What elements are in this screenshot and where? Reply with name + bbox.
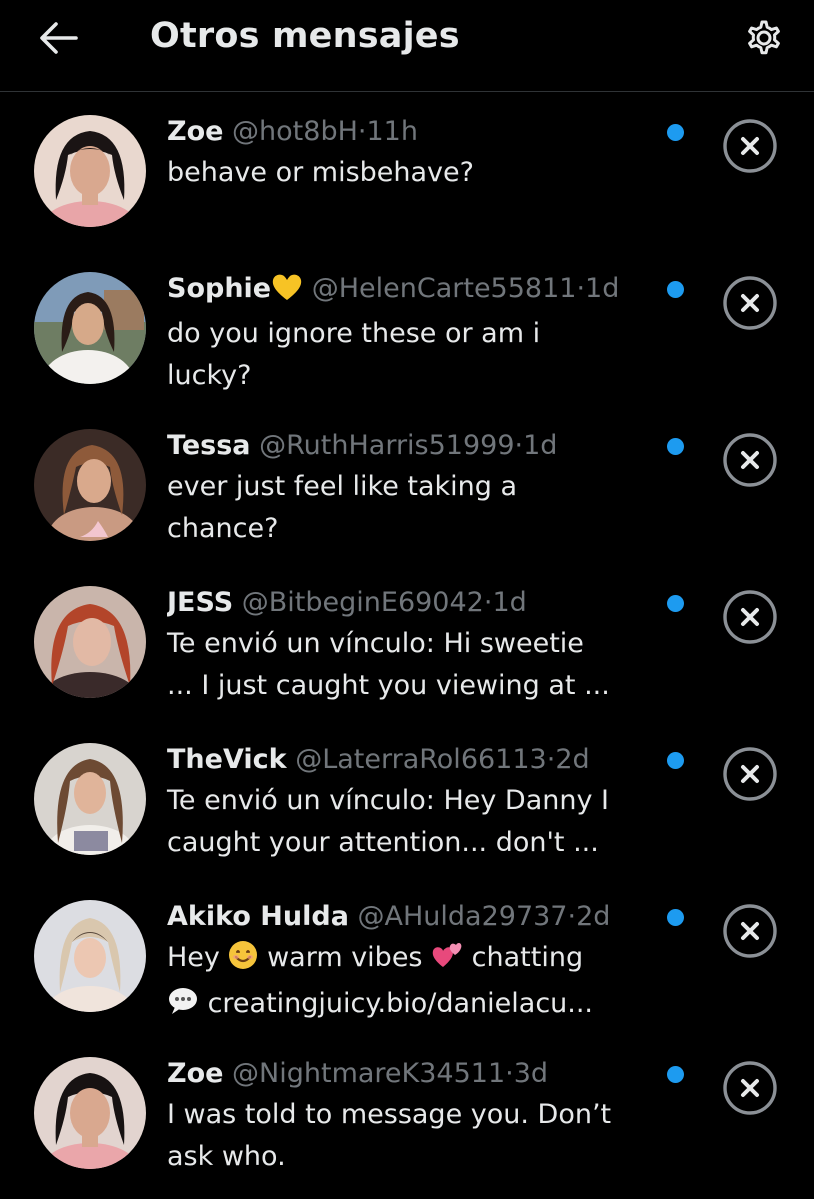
message-line: do you ignore these or am i xyxy=(167,318,541,349)
message-line: behave or misbehave? xyxy=(167,157,474,188)
sender-handle: @NightmareK34511 xyxy=(232,1058,506,1089)
two-hearts-emoji xyxy=(431,940,463,983)
close-circle-icon xyxy=(723,590,777,644)
page-title: Otros mensajes xyxy=(150,16,460,56)
message-line: ever just feel like taking a xyxy=(167,471,518,502)
smiling-face-emoji xyxy=(228,940,258,983)
avatar[interactable] xyxy=(34,429,146,541)
dismiss-button[interactable] xyxy=(722,903,778,959)
message-line: ... I just caught you viewing at ... xyxy=(167,670,610,701)
unread-indicator xyxy=(667,281,684,298)
message-preview: Hey warm vibes chatting creatingjuicy.bi… xyxy=(167,937,657,1029)
message-line: I was told to message you. Don’t xyxy=(167,1099,612,1130)
dismiss-button[interactable] xyxy=(722,118,778,174)
avatar[interactable] xyxy=(34,115,146,227)
message-line: Hey warm vibes chatting xyxy=(167,937,657,983)
back-button[interactable] xyxy=(38,18,80,58)
message-preview: ever just feel like taking a chance? xyxy=(167,466,657,550)
message-preview: Te envió un vínculo: Hi sweetie ... I ju… xyxy=(167,623,657,707)
timestamp: 1d xyxy=(523,430,558,461)
timestamp: 1d xyxy=(585,273,620,304)
timestamp: 2d xyxy=(555,744,590,775)
avatar[interactable] xyxy=(34,743,146,855)
sender-name[interactable]: Akiko Hulda xyxy=(167,901,349,932)
message-preview: Te envió un vínculo: Hey Danny I caught … xyxy=(167,780,657,864)
dismiss-button[interactable] xyxy=(722,589,778,645)
sender-name[interactable]: Zoe xyxy=(167,116,223,147)
close-circle-icon xyxy=(723,276,777,330)
message-line: Te envió un vínculo: Hey Danny I xyxy=(167,785,610,816)
list-item[interactable]: Zoe @NightmareK34511·3d I was told to me… xyxy=(0,1035,814,1192)
sender-handle: @HelenCarte55811 xyxy=(311,273,577,304)
sender-handle: @AHulda29737 xyxy=(357,901,568,932)
separator: · xyxy=(514,430,524,461)
unread-indicator xyxy=(667,752,684,769)
separator: · xyxy=(576,273,586,304)
dismiss-button[interactable] xyxy=(722,432,778,488)
sender-handle: @RuthHarris51999 xyxy=(259,430,515,461)
sender-name[interactable]: Sophie xyxy=(167,273,271,304)
sender-handle: @BitbeginE69042 xyxy=(241,587,484,618)
sender-name[interactable]: Zoe xyxy=(167,1058,223,1089)
message-preview: I was told to message you. Don’t ask who… xyxy=(167,1094,657,1178)
timestamp: 3d xyxy=(513,1058,549,1089)
sender-name[interactable]: TheVick xyxy=(167,744,287,775)
message-line: lucky? xyxy=(167,360,252,391)
list-item[interactable]: Akiko Hulda @AHulda29737·2d Hey warm vib… xyxy=(0,878,814,1035)
gear-icon xyxy=(748,20,780,55)
message-preview: behave or misbehave? xyxy=(167,152,657,194)
list-item[interactable]: Tessa @RuthHarris51999·1d ever just feel… xyxy=(0,407,814,564)
close-circle-icon xyxy=(723,119,777,173)
message-line: Te envió un vínculo: Hi sweetie xyxy=(167,628,584,659)
timestamp: 11h xyxy=(366,116,418,147)
avatar[interactable] xyxy=(34,1057,146,1169)
unread-indicator xyxy=(667,909,684,926)
unread-indicator xyxy=(667,1066,684,1083)
unread-indicator xyxy=(667,595,684,612)
avatar[interactable] xyxy=(34,272,146,384)
timestamp: 2d xyxy=(576,901,611,932)
list-item[interactable]: Zoe @hot8bH·11h behave or misbehave? xyxy=(0,93,814,250)
speech-balloon-emoji xyxy=(167,986,199,1029)
close-circle-icon xyxy=(723,904,777,958)
close-circle-icon xyxy=(723,1061,777,1115)
message-line: ask who. xyxy=(167,1141,286,1172)
unread-indicator xyxy=(667,124,684,141)
list-item[interactable]: TheVick @LaterraRol66113·2d Te envió un … xyxy=(0,721,814,878)
message-line: caught your attention... don't ... xyxy=(167,827,599,858)
dismiss-button[interactable] xyxy=(722,275,778,331)
message-preview: do you ignore these or am i lucky? xyxy=(167,313,657,397)
dismiss-button[interactable] xyxy=(722,1060,778,1116)
settings-button[interactable] xyxy=(740,14,788,62)
close-circle-icon xyxy=(723,747,777,801)
sender-name[interactable]: JESS xyxy=(167,587,233,618)
separator: · xyxy=(567,901,577,932)
dismiss-button[interactable] xyxy=(722,746,778,802)
unread-indicator xyxy=(667,438,684,455)
arrow-left-icon xyxy=(40,22,78,54)
message-requests-list: Zoe @hot8bH · 11h behave or misbehave? Sop… xyxy=(0,93,814,1192)
sender-handle: @LaterraRol66113 xyxy=(295,744,547,775)
list-item[interactable]: JESS @BitbeginE69042·1d Te envió un vínc… xyxy=(0,564,814,721)
avatar[interactable] xyxy=(34,900,146,1012)
timestamp: 1d xyxy=(492,587,527,618)
separator: · xyxy=(505,1058,514,1089)
close-circle-icon xyxy=(723,433,777,487)
sender-handle: @hot8bH xyxy=(232,116,358,147)
list-item[interactable]: Sophie @HelenCarte55811·1d do you ignore… xyxy=(0,250,814,407)
sender-name[interactable]: Tessa xyxy=(167,430,251,461)
avatar[interactable] xyxy=(34,586,146,698)
yellow-heart-emoji xyxy=(271,273,303,312)
message-line: creatingjuicy.bio/danielacu... xyxy=(167,983,657,1029)
message-line: chance? xyxy=(167,513,279,544)
top-bar: Otros mensajes xyxy=(0,0,814,92)
